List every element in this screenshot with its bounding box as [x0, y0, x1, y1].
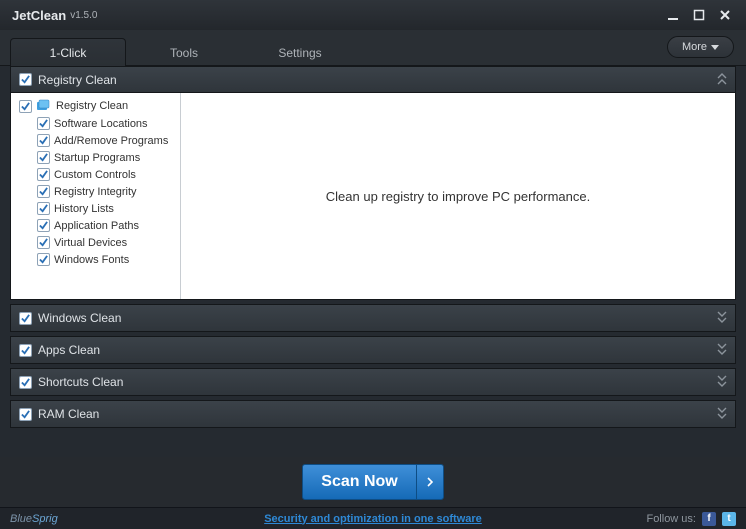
tab-label: 1-Click [50, 46, 87, 60]
section-header-apps[interactable]: Apps Clean [11, 337, 735, 363]
brand-prefix: Blue [10, 513, 32, 525]
section-checkbox[interactable] [19, 376, 32, 389]
expand-icon [717, 375, 727, 387]
checkbox[interactable] [37, 117, 50, 130]
section-title: Apps Clean [38, 343, 100, 357]
checkbox[interactable] [37, 236, 50, 249]
app-version: v1.5.0 [66, 10, 97, 21]
app-window: JetClean v1.5.0 1-Click Tools Settings M… [0, 0, 746, 529]
expand-icon [717, 311, 727, 323]
section-header-ram[interactable]: RAM Clean [11, 401, 735, 427]
section-windows-clean: Windows Clean [10, 304, 736, 332]
titlebar: JetClean v1.5.0 [0, 0, 746, 30]
tree-node[interactable]: Startup Programs [15, 149, 176, 166]
registry-tree: Registry Clean Software Locations Add/Re… [11, 93, 180, 272]
twitter-icon[interactable]: t [722, 512, 736, 526]
tab-one-click[interactable]: 1-Click [10, 38, 126, 66]
status-bar: BlueSprig Security and optimization in o… [0, 507, 746, 529]
tree-node-label: Software Locations [54, 118, 148, 130]
section-ram-clean: RAM Clean [10, 400, 736, 428]
tree-node-label: Application Paths [54, 220, 139, 232]
scan-now-button[interactable]: Scan Now [302, 464, 443, 500]
tree-node[interactable]: Windows Fonts [15, 251, 176, 268]
section-header-windows[interactable]: Windows Clean [11, 305, 735, 331]
section-apps-clean: Apps Clean [10, 336, 736, 364]
section-title: Shortcuts Clean [38, 375, 123, 389]
main-tabs: 1-Click Tools Settings [10, 38, 358, 66]
tree-node-label: History Lists [54, 203, 114, 215]
tree-node-label: Startup Programs [54, 152, 140, 164]
minimize-button[interactable] [660, 6, 686, 24]
app-title: JetClean [8, 8, 66, 23]
top-nav: 1-Click Tools Settings More [0, 30, 746, 66]
more-button[interactable]: More [667, 36, 734, 58]
section-header-shortcuts[interactable]: Shortcuts Clean [11, 369, 735, 395]
more-label: More [682, 41, 707, 53]
social-links: Follow us: f t [646, 512, 736, 526]
chevron-down-icon [711, 45, 719, 50]
expand-icon [717, 343, 727, 355]
section-registry-clean: Registry Clean Registry Clean [10, 66, 736, 300]
section-header-registry[interactable]: Registry Clean [11, 67, 735, 93]
tree-node-label: Registry Integrity [54, 186, 137, 198]
tree-node[interactable]: Add/Remove Programs [15, 132, 176, 149]
scan-now-label: Scan Now [303, 465, 416, 499]
tab-settings[interactable]: Settings [242, 38, 358, 66]
tree-node[interactable]: Virtual Devices [15, 234, 176, 251]
tree-node[interactable]: Registry Integrity [15, 183, 176, 200]
tab-label: Settings [278, 46, 321, 60]
checkbox[interactable] [37, 202, 50, 215]
section-checkbox[interactable] [19, 312, 32, 325]
section-checkbox[interactable] [19, 344, 32, 357]
collapse-icon [717, 73, 727, 85]
window-controls [660, 6, 738, 24]
tree-node-label: Add/Remove Programs [54, 135, 168, 147]
scan-now-dropdown[interactable] [417, 465, 443, 499]
follow-label: Follow us: [646, 513, 696, 525]
brand-suffix: Sprig [32, 513, 58, 525]
registry-content-pane: Clean up registry to improve PC performa… [181, 93, 735, 299]
section-shortcuts-clean: Shortcuts Clean [10, 368, 736, 396]
section-checkbox[interactable] [19, 73, 32, 86]
maximize-button[interactable] [686, 6, 712, 24]
promo-link[interactable]: Security and optimization in one softwar… [264, 513, 482, 525]
section-body-registry: Registry Clean Software Locations Add/Re… [11, 93, 735, 299]
checkbox[interactable] [37, 134, 50, 147]
tree-node-label: Registry Clean [56, 100, 128, 112]
checkbox[interactable] [37, 253, 50, 266]
tree-node-label: Custom Controls [54, 169, 136, 181]
tree-node-root[interactable]: Registry Clean [15, 97, 176, 115]
registry-message: Clean up registry to improve PC performa… [326, 189, 590, 204]
brand-label: BlueSprig [10, 513, 58, 525]
tree-node-label: Windows Fonts [54, 254, 129, 266]
checkbox[interactable] [37, 185, 50, 198]
tab-label: Tools [170, 46, 198, 60]
expand-icon [717, 407, 727, 419]
tab-tools[interactable]: Tools [126, 38, 242, 66]
tree-node[interactable]: Application Paths [15, 217, 176, 234]
checkbox[interactable] [37, 168, 50, 181]
checkbox[interactable] [37, 219, 50, 232]
facebook-icon[interactable]: f [702, 512, 716, 526]
section-title: Windows Clean [38, 311, 121, 325]
action-bar: Scan Now [0, 457, 746, 507]
close-button[interactable] [712, 6, 738, 24]
section-title: Registry Clean [38, 73, 117, 87]
checkbox[interactable] [19, 100, 32, 113]
registry-tree-scroll[interactable]: Registry Clean Software Locations Add/Re… [11, 93, 181, 299]
main-body: Registry Clean Registry Clean [10, 66, 736, 457]
tree-node-label: Virtual Devices [54, 237, 127, 249]
tree-node[interactable]: Custom Controls [15, 166, 176, 183]
tree-node[interactable]: History Lists [15, 200, 176, 217]
promo-link-wrap: Security and optimization in one softwar… [264, 513, 482, 525]
tree-node[interactable]: Software Locations [15, 115, 176, 132]
section-title: RAM Clean [38, 407, 99, 421]
checkbox[interactable] [37, 151, 50, 164]
section-checkbox[interactable] [19, 408, 32, 421]
registry-icon [36, 99, 52, 113]
